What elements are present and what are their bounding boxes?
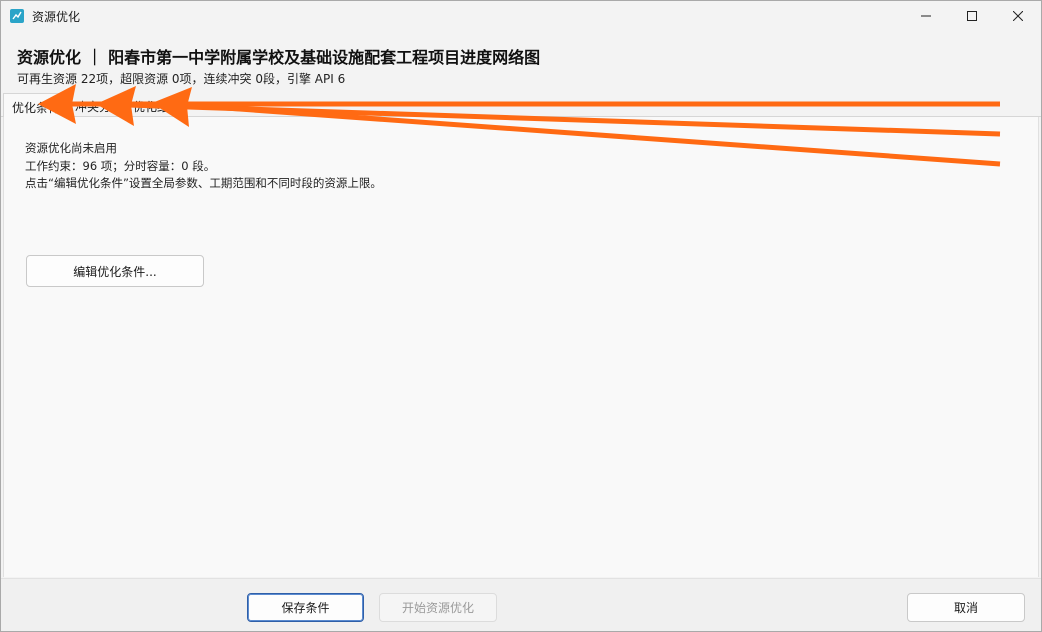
start-optimization-button[interactable]: 开始资源优化 (379, 593, 497, 622)
app-chart-icon (10, 9, 24, 23)
tab-conflict-analysis[interactable]: 冲突分析 (67, 93, 131, 117)
instruction-text: 点击“编辑优化条件”设置全局参数、工期范围和不同时段的资源上限。 (25, 176, 382, 190)
maximize-icon (967, 11, 977, 21)
tab-content-panel: 资源优化尚未启用 工作约束：96 项；分时容量：0 段。 点击“编辑优化条件”设… (3, 117, 1039, 577)
window-title: 资源优化 (32, 10, 81, 24)
dialog-window: 资源优化 资源优化 ｜ 阳春市第一中学附属学校及基础设施配套工程项目进度网络图 … (0, 0, 1042, 632)
maximize-button[interactable] (949, 1, 995, 31)
tab-strip: 优化条件 冲突分析 优化结果 (1, 93, 1041, 118)
dialog-header: 资源优化 ｜ 阳春市第一中学附属学校及基础设施配套工程项目进度网络图 可再生资源… (1, 31, 1041, 91)
cancel-button[interactable]: 取消 (907, 593, 1025, 622)
page-title: 资源优化 ｜ 阳春市第一中学附属学校及基础设施配套工程项目进度网络图 (17, 48, 541, 67)
minimize-icon (921, 15, 931, 17)
resource-summary: 可再生资源 22项，超限资源 0项，连续冲突 0段，引擎 API 6 (17, 72, 346, 86)
optimization-status-text: 资源优化尚未启用 (25, 141, 117, 155)
edit-conditions-button[interactable]: 编辑优化条件... (26, 255, 204, 287)
close-icon (1013, 11, 1023, 21)
close-button[interactable] (995, 1, 1041, 31)
tab-optimization-results[interactable]: 优化结果 (125, 93, 189, 117)
constraint-count-text: 工作约束：96 项；分时容量：0 段。 (25, 159, 216, 173)
title-bar[interactable]: 资源优化 (1, 1, 1041, 31)
minimize-button[interactable] (903, 1, 949, 31)
dialog-footer: 保存条件 开始资源优化 取消 (1, 578, 1041, 631)
save-conditions-button[interactable]: 保存条件 (247, 593, 364, 622)
tab-optimization-conditions[interactable]: 优化条件 (3, 93, 70, 118)
